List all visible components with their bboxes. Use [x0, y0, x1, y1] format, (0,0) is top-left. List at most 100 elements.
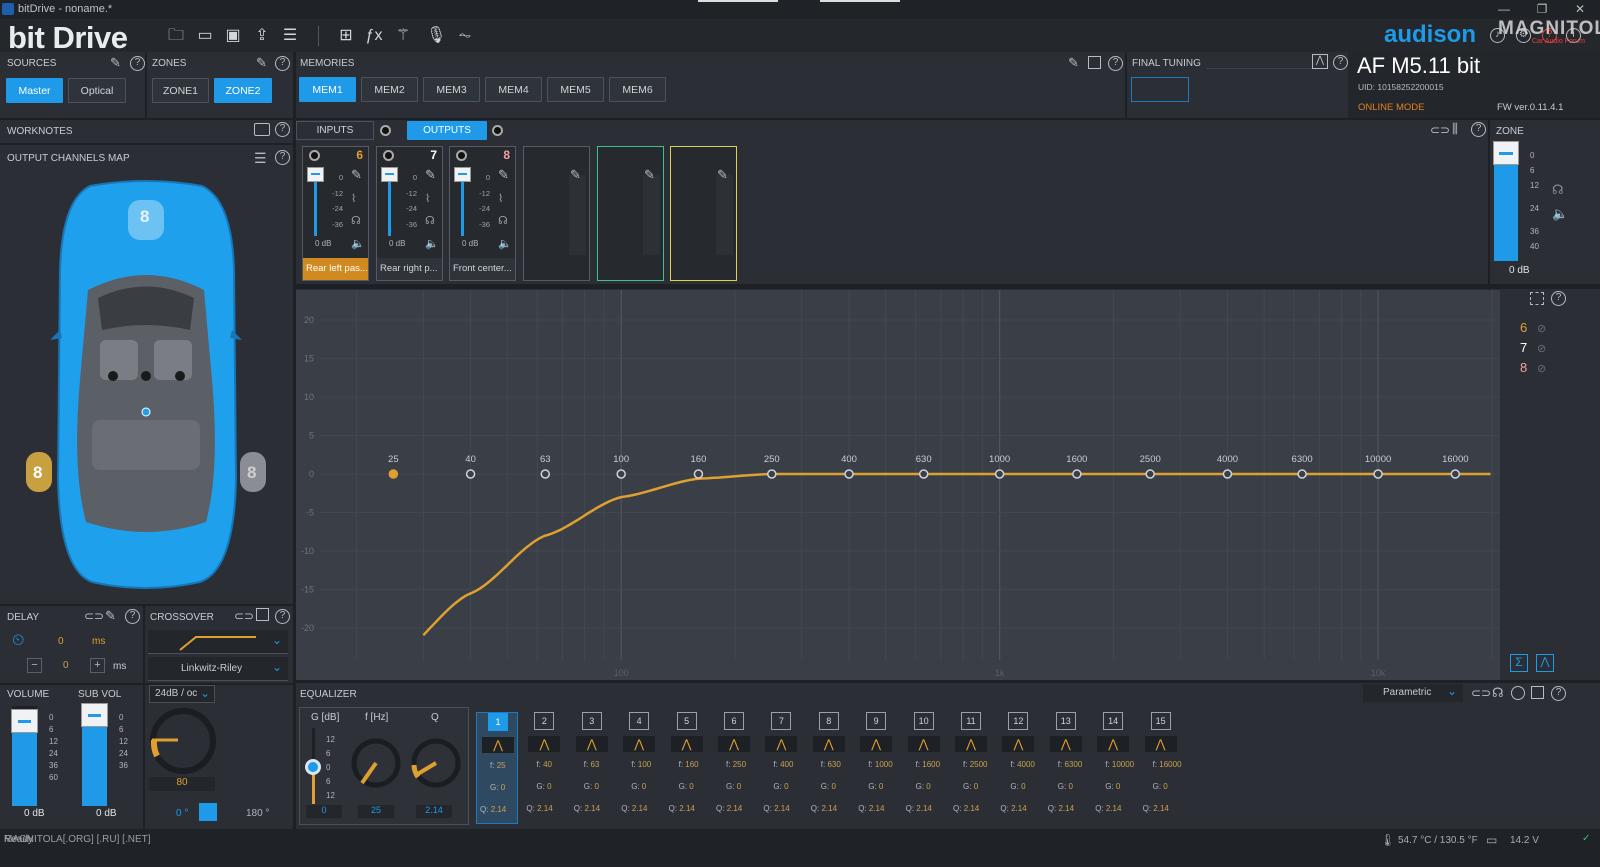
band-gain[interactable]: 0 [879, 782, 883, 791]
band-freq[interactable]: 100 [638, 760, 651, 769]
band-freq[interactable]: 2500 [970, 760, 988, 769]
close-button[interactable]: ✕ [1566, 2, 1594, 17]
phase-icon[interactable]: ☊ [498, 214, 508, 227]
output-channel-card[interactable]: 8 0 -12 -24 -36 ✎ ⌇ ☊ 🔈 0 dB Front center... [449, 146, 516, 281]
band-freq[interactable]: 25 [497, 761, 506, 770]
eq-band[interactable]: 11 ⋀ f: 2500 G: 0 Q: 2.14 [950, 712, 992, 824]
help-icon[interactable]: ? [275, 150, 290, 165]
curve-icon[interactable]: ⋀ [1536, 654, 1554, 672]
zone-fader-handle[interactable] [1493, 141, 1519, 165]
band-freq[interactable]: 4000 [1017, 760, 1035, 769]
eq-band[interactable]: 12 ⋀ f: 4000 G: 0 Q: 2.14 [997, 712, 1039, 824]
band-freq[interactable]: 1000 [875, 760, 893, 769]
band-freq[interactable]: 40 [543, 760, 552, 769]
band-freq[interactable]: 400 [780, 760, 793, 769]
phase-icon[interactable]: ☊ [351, 214, 361, 227]
filter-shape-select[interactable]: ⌄ [148, 630, 288, 654]
band-freq[interactable]: 10000 [1112, 760, 1134, 769]
peak-filter-icon[interactable]: ⋀ [860, 736, 893, 752]
copy-icon[interactable] [1531, 686, 1544, 699]
eq-band-point[interactable] [994, 469, 1005, 479]
slope-select[interactable]: 24dB / oc ⌄ [149, 685, 215, 703]
listener-position[interactable] [141, 407, 151, 417]
volume-handle[interactable] [11, 709, 38, 733]
band-q[interactable]: 2.14 [679, 804, 695, 813]
eq-band[interactable]: 3 ⋀ f: 63 G: 0 Q: 2.14 [571, 712, 613, 824]
brush-icon[interactable]: ⌇ [351, 192, 356, 205]
eq-band[interactable]: 2 ⋀ f: 40 G: 0 Q: 2.14 [523, 712, 565, 824]
band-freq[interactable]: 16000 [1159, 760, 1181, 769]
band-q[interactable]: 2.14 [584, 804, 600, 813]
channel-fader-handle[interactable] [307, 167, 324, 182]
eq-band-point[interactable] [1145, 469, 1155, 479]
band-q[interactable]: 2.14 [964, 804, 980, 813]
eq-band-point[interactable] [918, 469, 929, 479]
copy-icon[interactable] [1088, 56, 1101, 69]
eq-band[interactable]: 7 ⋀ f: 400 G: 0 Q: 2.14 [760, 712, 802, 824]
phase-toggle[interactable] [199, 803, 217, 821]
help-icon[interactable]: ? [1551, 686, 1566, 701]
edit-icon[interactable]: ✎ [498, 167, 509, 183]
eq-band[interactable]: 1 ⋀ f: 25 G: 0 Q: 2.14 [476, 712, 518, 824]
band-gain[interactable]: 0 [1021, 782, 1025, 791]
eq-band-point[interactable] [1373, 469, 1383, 479]
help-icon[interactable]: ? [275, 56, 290, 71]
tab-inputs[interactable]: INPUTS [296, 121, 374, 140]
band-q[interactable]: 2.14 [537, 804, 553, 813]
list-icon[interactable]: ☰ [254, 150, 267, 167]
eq-band[interactable]: 4 ⋀ f: 100 G: 0 Q: 2.14 [618, 712, 660, 824]
band-number[interactable]: 13 [1055, 712, 1076, 730]
edit-icon[interactable]: ✎ [256, 55, 267, 71]
band-number[interactable]: 8 [818, 712, 839, 730]
delay-plus-button[interactable]: + [90, 658, 105, 673]
microphone-icon[interactable]: 🎙 [426, 27, 446, 45]
band-gain[interactable]: 0 [1116, 782, 1120, 791]
brush-icon[interactable]: ⌇ [425, 192, 430, 205]
band-gain[interactable]: 0 [926, 782, 930, 791]
channel-name[interactable]: Front center... [450, 258, 515, 280]
peak-filter-icon[interactable]: ⋀ [907, 736, 940, 752]
hide-eye-icon[interactable]: ⊘ [1537, 362, 1546, 375]
waveform-icon[interactable]: ⏦ [455, 27, 475, 45]
help-icon[interactable]: ? [275, 609, 290, 624]
link-icon[interactable]: ⊂⊃ [234, 609, 254, 623]
edit-icon[interactable]: ✎ [105, 608, 116, 624]
band-freq[interactable]: 1600 [922, 760, 940, 769]
peak-filter-icon[interactable]: ⋀ [1097, 736, 1130, 752]
empty-channel-card[interactable]: ✎ [670, 146, 737, 281]
tab-outputs[interactable]: OUTPUTS [407, 121, 487, 140]
band-number[interactable]: 14 [1103, 712, 1124, 730]
band-number[interactable]: 15 [1150, 712, 1171, 730]
delay-minus-button[interactable]: − [27, 658, 42, 673]
band-q[interactable]: 2.14 [916, 804, 932, 813]
document-icon[interactable]: ☰ [280, 27, 300, 45]
output-channel-card[interactable]: 7 0 -12 -24 -36 ✎ ⌇ ☊ 🔈 0 dB Rear right p... [376, 146, 443, 281]
eq-band[interactable]: 8 ⋀ f: 630 G: 0 Q: 2.14 [808, 712, 850, 824]
band-gain[interactable]: 0 [594, 782, 598, 791]
band-number[interactable]: 4 [629, 712, 650, 730]
function-icon[interactable]: ƒx [364, 27, 384, 45]
band-freq[interactable]: 63 [590, 760, 599, 769]
delay-value[interactable]: 0 [58, 636, 64, 647]
peak-filter-icon[interactable]: ⋀ [765, 736, 798, 752]
upload-icon[interactable]: ⇪ [252, 27, 272, 45]
eq-band-point[interactable] [844, 469, 854, 479]
band-number[interactable]: 5 [676, 712, 697, 730]
mixer-icon[interactable]: ⫼ [1452, 121, 1458, 137]
eq-q-knob[interactable] [410, 737, 462, 789]
eq-band-point[interactable] [388, 469, 399, 479]
channel-name[interactable]: Rear left pas... [303, 258, 368, 280]
band-freq[interactable]: 250 [733, 760, 746, 769]
peak-filter-icon[interactable]: ⋀ [1049, 736, 1082, 752]
band-gain[interactable]: 0 [831, 782, 835, 791]
band-q[interactable]: 2.14 [632, 804, 648, 813]
mute-icon[interactable]: 🔈 [1552, 206, 1568, 222]
band-q[interactable]: 2.14 [1011, 804, 1027, 813]
eq-gain-value[interactable]: 0 [306, 805, 342, 818]
source-optical-button[interactable]: Optical [68, 78, 126, 103]
peak-filter-icon[interactable]: ⋀ [1002, 736, 1035, 752]
band-q[interactable]: 2.14 [491, 805, 507, 814]
wand-icon[interactable]: ⚚ [393, 27, 413, 45]
eq-freq-knob[interactable] [350, 737, 402, 789]
eq-band-point[interactable] [616, 469, 626, 479]
